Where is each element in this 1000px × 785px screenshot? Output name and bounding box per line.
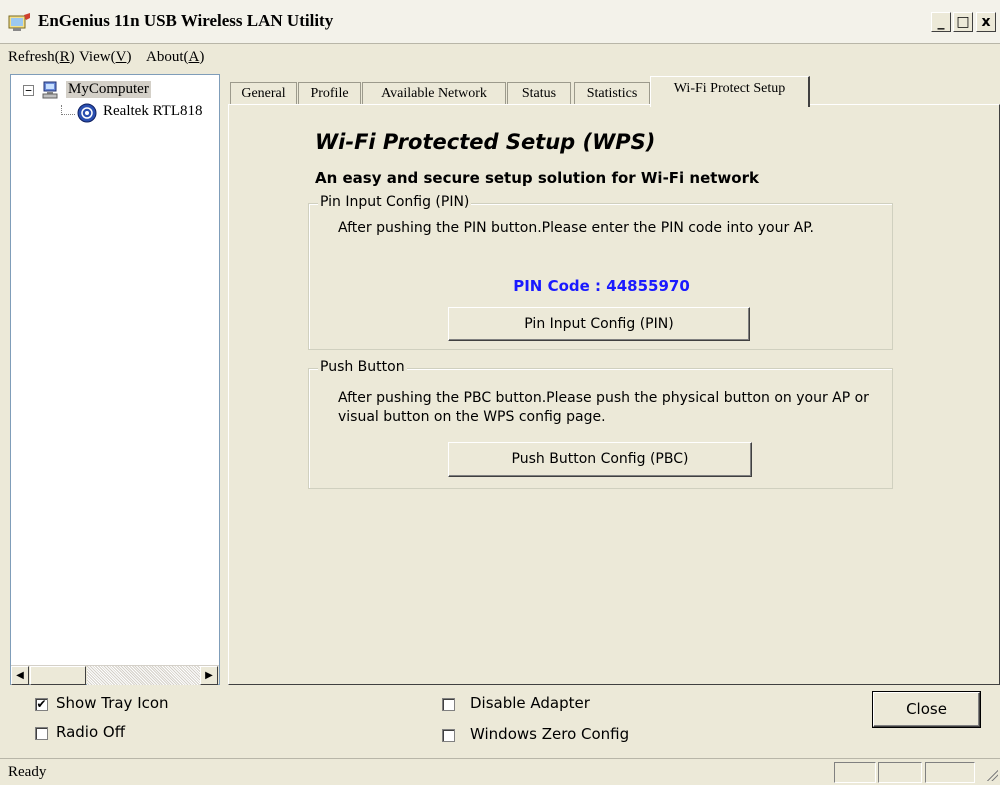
tree-collapse-icon[interactable]: − (23, 85, 34, 96)
tree-item-mycomputer[interactable]: MyComputer (66, 81, 151, 98)
close-button[interactable]: Close (873, 692, 980, 727)
scroll-left-icon[interactable]: ◀ (11, 666, 29, 685)
close-window-button[interactable]: x (976, 12, 996, 32)
windows-zero-config-checkbox[interactable] (442, 729, 455, 742)
scroll-right-icon[interactable]: ▶ (200, 666, 218, 685)
disable-adapter-checkbox[interactable] (442, 698, 455, 711)
wps-tab-content: Wi-Fi Protected Setup (WPS) An easy and … (228, 104, 1000, 685)
minimize-button[interactable]: _ (931, 12, 951, 32)
tab-profile[interactable]: Profile (298, 82, 361, 106)
status-pane (878, 762, 922, 783)
minimize-icon: _ (937, 14, 945, 30)
tree-item-adapter[interactable]: Realtek RTL818 (103, 103, 203, 120)
resize-grip-icon[interactable] (984, 767, 998, 781)
tab-available-network[interactable]: Available Network (362, 82, 506, 106)
menu-refresh[interactable]: Refresh(R) (8, 49, 75, 66)
radio-off-checkbox[interactable] (35, 727, 48, 740)
pbc-group-legend: Push Button (318, 359, 407, 375)
menu-view[interactable]: View(V) (79, 49, 131, 66)
show-tray-icon-label[interactable]: Show Tray Icon (56, 694, 169, 712)
title-bar[interactable]: EnGenius 11n USB Wireless LAN Utility _ … (0, 0, 1000, 44)
close-icon: x (981, 14, 991, 30)
page-subtitle: An easy and secure setup solution for Wi… (315, 169, 759, 187)
menu-about[interactable]: About(A) (146, 49, 204, 66)
pin-config-group: Pin Input Config (PIN) After pushing the… (308, 194, 894, 350)
tab-status[interactable]: Status (507, 82, 571, 106)
scroll-track[interactable] (87, 666, 200, 685)
pin-description: After pushing the PIN button.Please ente… (338, 220, 814, 236)
maximize-button[interactable]: □ (953, 12, 973, 32)
pin-group-legend: Pin Input Config (PIN) (318, 194, 472, 210)
computer-icon (42, 81, 58, 99)
maximize-icon: □ (956, 14, 970, 30)
pin-code-value: 44855970 (606, 277, 690, 295)
status-bar: Ready (0, 758, 1000, 785)
push-button-group: Push Button After pushing the PBC button… (308, 359, 893, 489)
wireless-adapter-icon (77, 103, 97, 123)
tree-horizontal-scrollbar[interactable]: ◀ ▶ (11, 665, 219, 685)
scroll-thumb[interactable] (30, 666, 86, 685)
status-pane (925, 762, 975, 783)
push-button-config-button[interactable]: Push Button Config (PBC) (448, 442, 752, 477)
page-title: Wi-Fi Protected Setup (WPS) (315, 130, 656, 154)
menu-bar: Refresh(R) View(V) About(A) (0, 44, 1000, 71)
radio-off-label[interactable]: Radio Off (56, 723, 125, 741)
status-text: Ready (8, 764, 47, 780)
tab-statistics[interactable]: Statistics (574, 82, 650, 106)
pin-input-config-button[interactable]: Pin Input Config (PIN) (448, 307, 750, 341)
app-icon (8, 13, 30, 31)
status-pane (834, 762, 876, 783)
tab-strip: General Profile Available Network Status… (228, 76, 1000, 107)
show-tray-icon-checkbox[interactable]: ✔ (35, 698, 48, 711)
pin-code-label: PIN Code : (513, 277, 602, 295)
tab-wifi-protect-setup[interactable]: Wi-Fi Protect Setup (650, 76, 810, 107)
disable-adapter-label[interactable]: Disable Adapter (470, 694, 590, 712)
tab-general[interactable]: General (230, 82, 297, 106)
pin-code-display: PIN Code : 44855970 (309, 277, 894, 295)
windows-zero-config-label[interactable]: Windows Zero Config (470, 725, 629, 743)
tree-connector (61, 105, 75, 115)
window-title: EnGenius 11n USB Wireless LAN Utility (38, 11, 334, 30)
pbc-description: After pushing the PBC button.Please push… (338, 390, 869, 425)
device-tree[interactable]: − MyComputer Realtek RTL818 ◀ ▶ (10, 74, 220, 685)
checkmark-icon: ✔ (36, 697, 47, 711)
